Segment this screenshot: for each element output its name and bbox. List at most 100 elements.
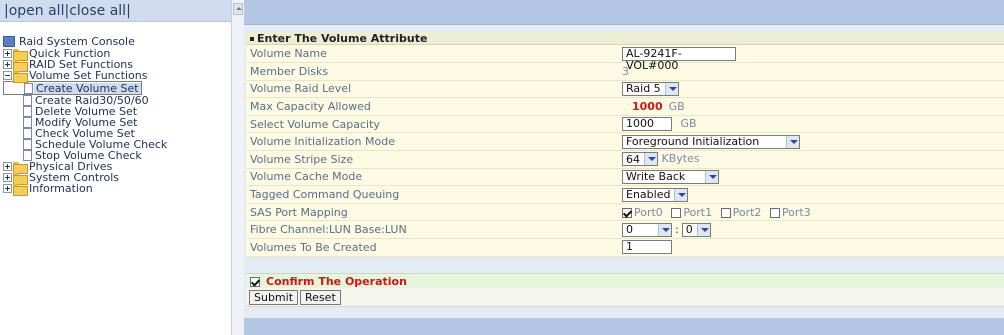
volume-attribute-panel: Enter The Volume Attribute Volume Name A… — [246, 32, 1004, 307]
lun-value: 0 — [685, 223, 693, 237]
page-icon — [23, 117, 32, 128]
expand-plus-icon[interactable] — [3, 162, 12, 171]
folder-icon — [13, 183, 28, 196]
volumes-count-input[interactable]: 1 — [622, 240, 672, 255]
init-mode-value: Foreground Initialization — [626, 135, 760, 149]
table-row: Member Disks 3 — [246, 62, 1004, 81]
bullet-icon — [250, 37, 254, 41]
dropdown-arrow-icon[interactable] — [786, 135, 799, 148]
expand-plus-icon[interactable] — [3, 60, 12, 69]
capacity-unit: GB — [680, 117, 697, 131]
section-spacer — [246, 256, 1004, 273]
table-row: Fibre Channel:LUN Base:LUN 0:0 — [246, 220, 1004, 240]
folder-icon — [13, 48, 28, 61]
folder-icon — [13, 172, 28, 185]
port2-checkbox[interactable] — [720, 207, 731, 218]
port3-label: Port3 — [781, 205, 811, 219]
content-bottom-bar — [244, 318, 1004, 335]
port3-checkbox[interactable] — [769, 207, 780, 218]
tree-item-label: Create Volume Set — [34, 81, 141, 95]
raid-level-label: Volume Raid Level — [246, 80, 618, 99]
cache-mode-label: Volume Cache Mode — [246, 168, 618, 187]
scroll-up-arrow-icon[interactable] — [233, 3, 243, 15]
dropdown-arrow-icon[interactable] — [664, 82, 678, 95]
tcq-value: Enabled — [626, 188, 671, 202]
dropdown-arrow-icon[interactable] — [674, 188, 688, 201]
tcq-label: Tagged Command Queuing — [246, 185, 618, 204]
open-all-link[interactable]: open all — [9, 3, 65, 19]
cache-mode-select[interactable]: Write Back — [622, 169, 719, 184]
folder-icon — [13, 161, 28, 174]
port0-checkbox[interactable] — [622, 207, 632, 218]
table-row: Volume Initialization Mode Foreground In… — [246, 132, 1004, 152]
panel-header: Enter The Volume Attribute — [246, 32, 1004, 45]
console-icon — [3, 36, 15, 47]
cache-mode-value: Write Back — [626, 170, 686, 184]
tree-item-information[interactable]: Information — [3, 182, 228, 196]
attribute-table: Volume Name AL-9241F-VOL#000 Member Disk… — [246, 45, 1004, 257]
stripe-size-label: Volume Stripe Size — [246, 150, 618, 169]
table-row: Volume Stripe Size 64 KBytes — [246, 150, 1004, 169]
page-icon — [23, 139, 32, 150]
navigation-tree: Raid System Console Quick Function RAID … — [3, 36, 228, 196]
tree-item-volume-set-functions[interactable]: Volume Set Functions — [3, 69, 228, 83]
table-row: SAS Port Mapping Port0 Port1 Port2 Port3 — [246, 203, 1004, 222]
tree-root-label: Raid System Console — [19, 35, 135, 48]
member-disks-label: Member Disks — [246, 62, 618, 81]
submit-button[interactable]: Submit — [249, 289, 299, 305]
lun-select[interactable]: 0 — [681, 222, 711, 237]
volume-name-input[interactable]: AL-9241F-VOL#000 — [622, 46, 736, 71]
raid-level-value: Raid 5 — [626, 82, 661, 96]
lun-base-select[interactable]: 0 — [622, 222, 672, 237]
expand-plus-icon[interactable] — [3, 184, 12, 193]
lun-base-value: 0 — [626, 223, 633, 237]
confirm-checkbox[interactable] — [250, 276, 260, 287]
stripe-size-select[interactable]: 64 — [622, 152, 658, 167]
reset-button[interactable]: Reset — [300, 289, 341, 305]
expand-plus-icon[interactable] — [3, 49, 12, 58]
tree-item-label: Information — [29, 182, 93, 195]
page-icon — [24, 82, 33, 94]
page-icon — [23, 95, 32, 106]
port0-label: Port0 — [634, 205, 663, 219]
content-top-bar — [244, 0, 1004, 25]
tree-toolbar: |open all|close all| — [0, 0, 231, 22]
table-row: Volume Name AL-9241F-VOL#000 — [246, 45, 1004, 71]
expand-plus-icon[interactable] — [3, 173, 12, 182]
folder-icon — [13, 59, 28, 72]
volume-name-label: Volume Name — [246, 45, 618, 64]
port1-label: Port1 — [683, 205, 713, 219]
port2-label: Port2 — [732, 205, 762, 219]
table-row: Max Capacity Allowed 1000 GB — [246, 97, 1004, 116]
tree-item-label: Volume Set Functions — [29, 69, 148, 82]
max-capacity-label: Max Capacity Allowed — [246, 97, 618, 116]
dropdown-arrow-icon[interactable] — [705, 170, 718, 183]
dropdown-arrow-icon[interactable] — [658, 223, 671, 236]
tree-frame: |open all|close all| Raid System Console… — [0, 0, 231, 335]
init-mode-select[interactable]: Foreground Initialization — [622, 134, 800, 149]
tree-root[interactable]: Raid System Console — [3, 36, 228, 47]
dropdown-arrow-icon[interactable] — [696, 223, 710, 236]
table-row: Volume Cache Mode Write Back — [246, 168, 1004, 187]
open-folder-icon — [13, 70, 28, 83]
table-row: Volume Raid Level Raid 5 — [246, 80, 1004, 99]
sas-port-checkboxes: Port0 Port1 Port2 Port3 — [618, 203, 1004, 222]
table-row: Tagged Command Queuing Enabled — [246, 185, 1004, 204]
tree-item-create-volume-set[interactable]: Create Volume Set — [3, 81, 142, 95]
dropdown-arrow-icon[interactable] — [644, 153, 657, 166]
volumes-count-label: Volumes To Be Created — [246, 238, 618, 257]
table-row: Volumes To Be Created 1 — [246, 238, 1004, 257]
port1-checkbox[interactable] — [671, 207, 682, 218]
confirm-row: Confirm The Operation — [246, 272, 1004, 288]
collapse-minus-icon[interactable] — [3, 71, 12, 80]
page-icon — [23, 128, 32, 139]
tree-scrollbar[interactable] — [231, 0, 244, 335]
open-close-links: |open all|close all| — [4, 3, 131, 19]
tcq-select[interactable]: Enabled — [622, 187, 689, 202]
fibre-lun-label: Fibre Channel:LUN Base:LUN — [246, 220, 618, 240]
sas-mapping-label: SAS Port Mapping — [246, 203, 618, 222]
capacity-input[interactable]: 1000 — [622, 117, 672, 132]
raid-level-select[interactable]: Raid 5 — [622, 81, 679, 96]
close-all-link[interactable]: close all — [69, 3, 126, 19]
page-icon — [23, 106, 32, 117]
